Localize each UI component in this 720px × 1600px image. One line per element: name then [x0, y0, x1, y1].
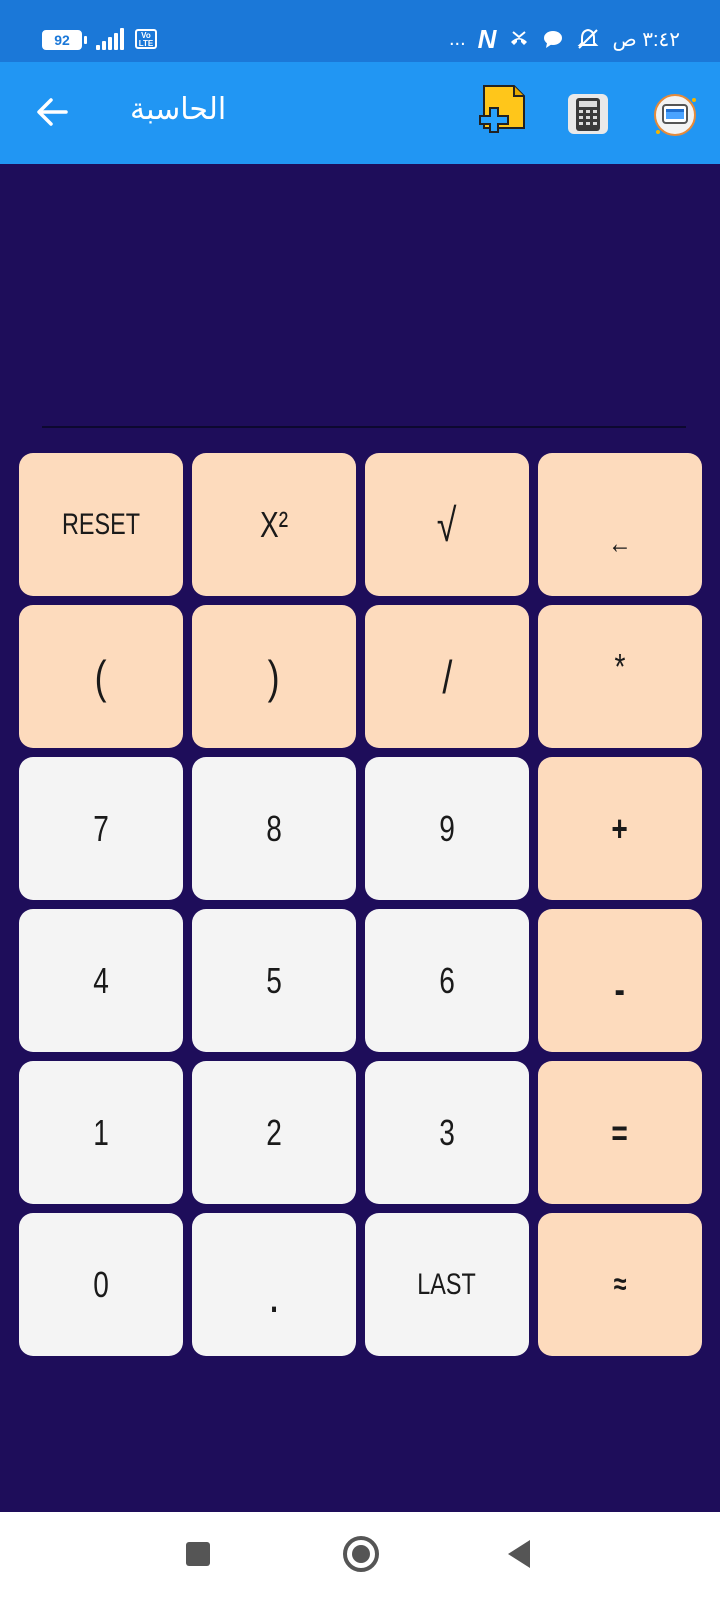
app-bar: الحاسبة: [0, 62, 720, 164]
last-button[interactable]: LAST: [365, 1213, 529, 1356]
multiply-label: *: [614, 645, 626, 687]
reset-button[interactable]: RESET: [19, 453, 183, 596]
digit-4-button[interactable]: 4: [19, 909, 183, 1052]
plus-button[interactable]: +: [538, 757, 702, 900]
square-label: X²: [259, 503, 289, 545]
equals-button[interactable]: =: [538, 1061, 702, 1204]
digit-0-button[interactable]: 0: [19, 1213, 183, 1356]
divide-label: /: [442, 650, 452, 703]
digit-6-button[interactable]: 6: [365, 909, 529, 1052]
nav-back-icon[interactable]: [508, 1540, 530, 1568]
digit-label: 8: [266, 807, 282, 849]
plus-label: +: [611, 807, 629, 849]
digit-2-button[interactable]: 2: [192, 1061, 356, 1204]
close-paren-label: ): [268, 650, 280, 703]
system-nav-bar: [0, 1512, 720, 1600]
battery-icon: 92: [42, 30, 82, 50]
digit-label: 3: [439, 1111, 455, 1153]
calculator-display: [20, 164, 700, 424]
chat-bubble-icon: [544, 31, 563, 48]
reset-label: RESET: [61, 507, 141, 541]
volte-icon: Vo LTE: [135, 29, 157, 49]
digit-7-button[interactable]: 7: [19, 757, 183, 900]
display-divider: [42, 426, 686, 428]
more-dots-icon: ...: [449, 27, 466, 50]
multiply-button[interactable]: *: [538, 605, 702, 748]
digit-label: 5: [266, 959, 282, 1001]
add-document-icon[interactable]: [470, 82, 530, 146]
open-paren-label: (: [95, 650, 107, 703]
sqrt-button[interactable]: √: [365, 453, 529, 596]
digit-label: 9: [439, 807, 455, 849]
home-icon[interactable]: [343, 1536, 379, 1572]
recent-apps-icon[interactable]: [186, 1542, 210, 1566]
last-label: LAST: [417, 1267, 477, 1301]
square-button[interactable]: X²: [192, 453, 356, 596]
digit-label: 6: [439, 959, 455, 1001]
decimal-point-label: .: [270, 1278, 278, 1320]
mute-bell-icon: [578, 28, 599, 49]
digit-1-button[interactable]: 1: [19, 1061, 183, 1204]
page-title: الحاسبة: [130, 92, 227, 127]
back-arrow-icon[interactable]: [34, 94, 70, 130]
sqrt-label: √: [437, 498, 457, 551]
notification-n-icon: N: [477, 23, 497, 54]
digit-8-button[interactable]: 8: [192, 757, 356, 900]
approx-label: ≈: [613, 1267, 627, 1301]
digit-label: 1: [93, 1111, 109, 1153]
clock: ٣:٤٢ ص: [612, 28, 680, 51]
battery-terminal: [84, 36, 87, 44]
minus-label: -: [614, 968, 626, 1012]
minus-button[interactable]: -: [538, 909, 702, 1052]
backspace-icon: ←: [608, 526, 632, 560]
divide-button[interactable]: /: [365, 605, 529, 748]
backspace-button[interactable]: ←: [538, 453, 702, 596]
equals-label: =: [611, 1111, 629, 1153]
close-paren-button[interactable]: ): [192, 605, 356, 748]
digit-label: 2: [266, 1111, 282, 1153]
keypad: RESET X² √ ← ( ) / * 7 8 9 + 4 5 6 - 1 2…: [19, 453, 703, 1356]
digit-label: 0: [93, 1263, 109, 1305]
signal-icon: [96, 28, 130, 50]
digit-label: 4: [93, 959, 109, 1001]
digit-label: 7: [93, 807, 109, 849]
calculator-icon[interactable]: [566, 92, 610, 136]
approx-button[interactable]: ≈: [538, 1213, 702, 1356]
status-bar: 92 Vo LTE ... N ٣:٤٢ ص: [0, 0, 720, 62]
digit-3-button[interactable]: 3: [365, 1061, 529, 1204]
open-paren-button[interactable]: (: [19, 605, 183, 748]
digit-5-button[interactable]: 5: [192, 909, 356, 1052]
missed-call-icon: [511, 31, 528, 45]
status-right: ... N ٣:٤٢ ص: [449, 24, 680, 54]
screen-share-icon[interactable]: [652, 92, 698, 138]
decimal-point-button[interactable]: .: [192, 1213, 356, 1356]
digit-9-button[interactable]: 9: [365, 757, 529, 900]
